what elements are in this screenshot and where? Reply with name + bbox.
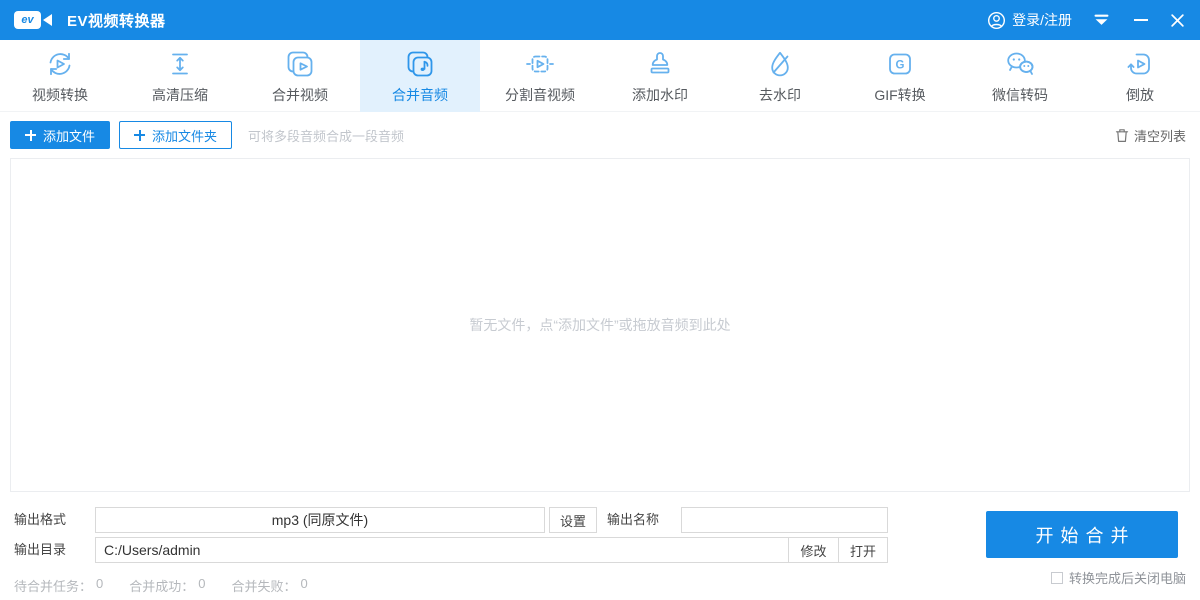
action-row: 添加文件 添加文件夹 可将多段音频合成一段音频 清空列表 bbox=[0, 112, 1200, 158]
clear-list-label: 清空列表 bbox=[1134, 126, 1186, 145]
trash-icon bbox=[1115, 128, 1129, 143]
gif-convert-icon: G bbox=[884, 48, 916, 80]
shutdown-label: 转换完成后关闭电脑 bbox=[1069, 568, 1186, 587]
tab-video-convert[interactable]: 视频转换 bbox=[0, 40, 120, 112]
close-button[interactable] bbox=[1164, 7, 1190, 33]
merge-success-counter: 合并成功： 0 bbox=[129, 576, 205, 595]
tab-label: 分割音视频 bbox=[505, 85, 575, 105]
pending-tasks-value: 0 bbox=[96, 576, 103, 595]
merge-success-label: 合并成功： bbox=[129, 576, 194, 595]
close-icon bbox=[1170, 13, 1185, 28]
pending-tasks-counter: 待合并任务： 0 bbox=[14, 576, 103, 595]
clear-list-button[interactable]: 清空列表 bbox=[1115, 126, 1186, 145]
plus-icon bbox=[25, 130, 36, 141]
merge-audio-icon bbox=[404, 48, 436, 80]
add-file-label: 添加文件 bbox=[43, 126, 95, 145]
merge-failed-counter: 合并失败： 0 bbox=[232, 576, 308, 595]
minimize-icon bbox=[1134, 19, 1148, 21]
tab-merge-video[interactable]: 合并视频 bbox=[240, 40, 360, 112]
tab-label: 合并视频 bbox=[272, 85, 328, 105]
shutdown-after-convert-option: 转换完成后关闭电脑 bbox=[1051, 568, 1186, 587]
title-bar: ev EV视频转换器 登录/注册 bbox=[0, 0, 1200, 40]
output-name-input[interactable] bbox=[681, 507, 888, 533]
chevron-down-icon bbox=[1094, 14, 1109, 26]
tab-wechat-transcode[interactable]: 微信转码 bbox=[960, 40, 1080, 112]
tab-reverse-play[interactable]: 倒放 bbox=[1080, 40, 1200, 112]
start-merge-button[interactable]: 开始合并 bbox=[986, 511, 1178, 558]
file-drop-zone[interactable]: 暂无文件，点“添加文件”或拖放音频到此处 bbox=[10, 158, 1190, 492]
app-window: ev EV视频转换器 登录/注册 bbox=[0, 0, 1200, 600]
user-circle-icon bbox=[987, 11, 1006, 30]
tab-gif-convert[interactable]: G GIF转换 bbox=[840, 40, 960, 112]
tab-label: GIF转换 bbox=[874, 85, 925, 105]
tab-label: 去水印 bbox=[759, 85, 801, 105]
tab-label: 添加水印 bbox=[632, 85, 688, 105]
add-watermark-icon bbox=[644, 48, 676, 80]
shutdown-checkbox[interactable] bbox=[1051, 572, 1063, 584]
output-format-label: 输出格式 bbox=[14, 507, 66, 533]
tab-merge-audio[interactable]: 合并音频 bbox=[360, 40, 480, 112]
tab-label: 高清压缩 bbox=[152, 85, 208, 105]
modify-dir-button[interactable]: 修改 bbox=[788, 537, 839, 563]
output-name-label: 输出名称 bbox=[607, 507, 659, 533]
output-format-input[interactable] bbox=[95, 507, 545, 533]
feature-tab-bar: 视频转换 高清压缩 合并视频 bbox=[0, 40, 1200, 112]
reverse-play-icon bbox=[1124, 48, 1156, 80]
login-register-label: 登录/注册 bbox=[1012, 10, 1072, 30]
tab-label: 倒放 bbox=[1126, 85, 1154, 105]
merge-failed-value: 0 bbox=[301, 576, 308, 595]
tab-add-watermark[interactable]: 添加水印 bbox=[600, 40, 720, 112]
merge-video-icon bbox=[284, 48, 316, 80]
tab-label: 微信转码 bbox=[992, 85, 1048, 105]
tab-remove-watermark[interactable]: 去水印 bbox=[720, 40, 840, 112]
add-folder-button[interactable]: 添加文件夹 bbox=[119, 121, 232, 149]
hd-compress-icon bbox=[164, 48, 196, 80]
plus-icon bbox=[134, 130, 145, 141]
svg-text:G: G bbox=[896, 59, 905, 71]
wechat-transcode-icon bbox=[1004, 48, 1036, 80]
tab-split-media[interactable]: 分割音视频 bbox=[480, 40, 600, 112]
minimize-button[interactable] bbox=[1128, 7, 1154, 33]
output-dir-label: 输出目录 bbox=[14, 537, 66, 563]
open-dir-button[interactable]: 打开 bbox=[838, 537, 888, 563]
tab-label: 视频转换 bbox=[32, 85, 88, 105]
tab-hd-compress[interactable]: 高清压缩 bbox=[120, 40, 240, 112]
split-media-icon bbox=[524, 48, 556, 80]
status-bar: 待合并任务： 0 合并成功： 0 合并失败： 0 bbox=[14, 576, 308, 595]
video-convert-icon bbox=[44, 48, 76, 80]
merge-failed-label: 合并失败： bbox=[232, 576, 297, 595]
skin-menu-button[interactable] bbox=[1088, 7, 1114, 33]
settings-button[interactable]: 设置 bbox=[549, 507, 597, 533]
empty-state-message: 暂无文件，点“添加文件”或拖放音频到此处 bbox=[469, 315, 730, 335]
merge-success-value: 0 bbox=[198, 576, 205, 595]
add-file-button[interactable]: 添加文件 bbox=[10, 121, 110, 149]
app-title: EV视频转换器 bbox=[67, 10, 166, 31]
pending-tasks-label: 待合并任务： bbox=[14, 576, 92, 595]
add-folder-label: 添加文件夹 bbox=[152, 126, 217, 145]
remove-watermark-icon bbox=[764, 48, 796, 80]
output-dir-input[interactable] bbox=[95, 537, 789, 563]
merge-hint-text: 可将多段音频合成一段音频 bbox=[248, 126, 404, 145]
login-register-button[interactable]: 登录/注册 bbox=[987, 10, 1072, 30]
app-logo-icon: ev bbox=[14, 11, 52, 29]
tab-label: 合并音频 bbox=[392, 85, 448, 105]
